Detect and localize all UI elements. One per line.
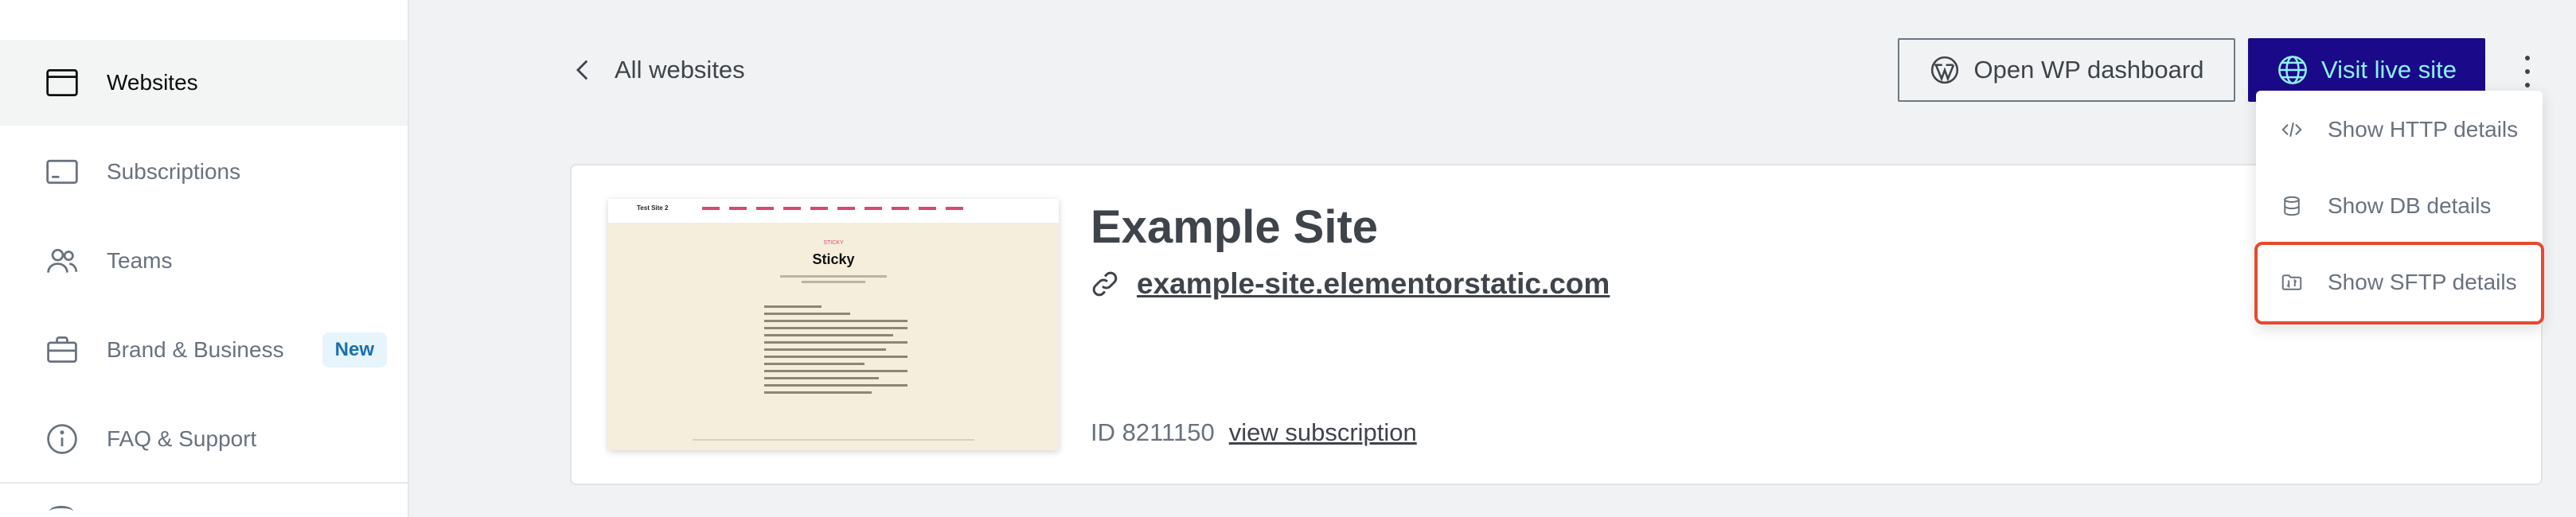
visit-live-site-label: Visit live site	[2321, 56, 2457, 84]
thumbnail-nav	[702, 207, 963, 210]
sidebar-item-label: Teams	[107, 248, 173, 273]
database-icon	[2284, 196, 2300, 216]
users-icon	[45, 243, 80, 278]
sidebar-item-teams[interactable]: Teams	[0, 218, 408, 304]
code-icon	[2281, 122, 2302, 137]
browser-window-icon	[45, 65, 80, 100]
thumbnail-text-lines	[764, 305, 907, 398]
sidebar-item-label: Brand & Business	[107, 337, 284, 362]
menu-item-label: Show DB details	[2328, 193, 2492, 218]
briefcase-icon	[45, 332, 80, 367]
menu-item-label: Show HTTP details	[2328, 117, 2519, 142]
back-link-label: All websites	[615, 56, 745, 84]
thumbnail-footer-line	[693, 439, 974, 441]
thumbnail-meta	[780, 275, 887, 286]
sidebar-item-label: FAQ & Support	[107, 426, 257, 451]
info-circle-icon	[45, 422, 80, 457]
thumbnail-header	[608, 199, 1059, 223]
open-wp-dashboard-label: Open WP dashboard	[1973, 56, 2204, 84]
partial-icon	[49, 506, 73, 517]
sidebar-item-faq-support[interactable]: FAQ & Support	[0, 396, 408, 482]
sidebar-item-brand-business[interactable]: Brand & Business New	[0, 307, 408, 393]
site-url-link[interactable]: example-site.elementorstatic.com	[1091, 267, 1610, 301]
sftp-folder-icon	[2281, 274, 2302, 290]
more-options-icon[interactable]	[2516, 56, 2539, 87]
thumbnail-logo: Test Site 2	[637, 204, 669, 212]
site-thumbnail[interactable]: Test Site 2 STICKY Sticky	[608, 199, 1059, 450]
chevron-left-icon	[576, 60, 588, 80]
sidebar-item-subscriptions[interactable]: Subscriptions	[0, 129, 408, 215]
site-url-text: example-site.elementorstatic.com	[1137, 267, 1610, 300]
menu-item-http-details[interactable]: Show HTTP details	[2256, 92, 2543, 167]
wordpress-icon	[1930, 56, 1958, 84]
menu-item-sftp-details[interactable]: Show SFTP details	[2256, 245, 2543, 320]
credit-card-icon	[45, 154, 80, 189]
sidebar-item-websites[interactable]: Websites	[0, 40, 408, 126]
sidebar-divider	[0, 482, 408, 484]
site-id-row: ID 8211150 view subscription	[1091, 418, 1417, 447]
globe-icon	[2278, 56, 2307, 84]
back-link[interactable]: All websites	[570, 49, 745, 91]
more-options-menu: Show HTTP details Show DB details Show S…	[2256, 91, 2543, 326]
site-id: ID 8211150	[1091, 418, 1215, 446]
thumbnail-title: Sticky	[812, 251, 855, 267]
menu-item-db-details[interactable]: Show DB details	[2256, 169, 2543, 243]
open-wp-dashboard-button[interactable]: Open WP dashboard	[1898, 38, 2235, 102]
sidebar-item-label: Websites	[107, 70, 198, 95]
sidebar: Websites Subscriptions Teams Brand & Bus…	[0, 0, 409, 517]
site-name: Example Site	[1091, 201, 1379, 253]
sidebar-item-label: Subscriptions	[107, 159, 241, 184]
thumbnail-kicker: STICKY	[823, 240, 844, 246]
link-icon	[1092, 271, 1118, 297]
view-subscription-link[interactable]: view subscription	[1229, 418, 1417, 447]
menu-item-label: Show SFTP details	[2328, 270, 2517, 294]
new-badge: New	[322, 332, 387, 367]
